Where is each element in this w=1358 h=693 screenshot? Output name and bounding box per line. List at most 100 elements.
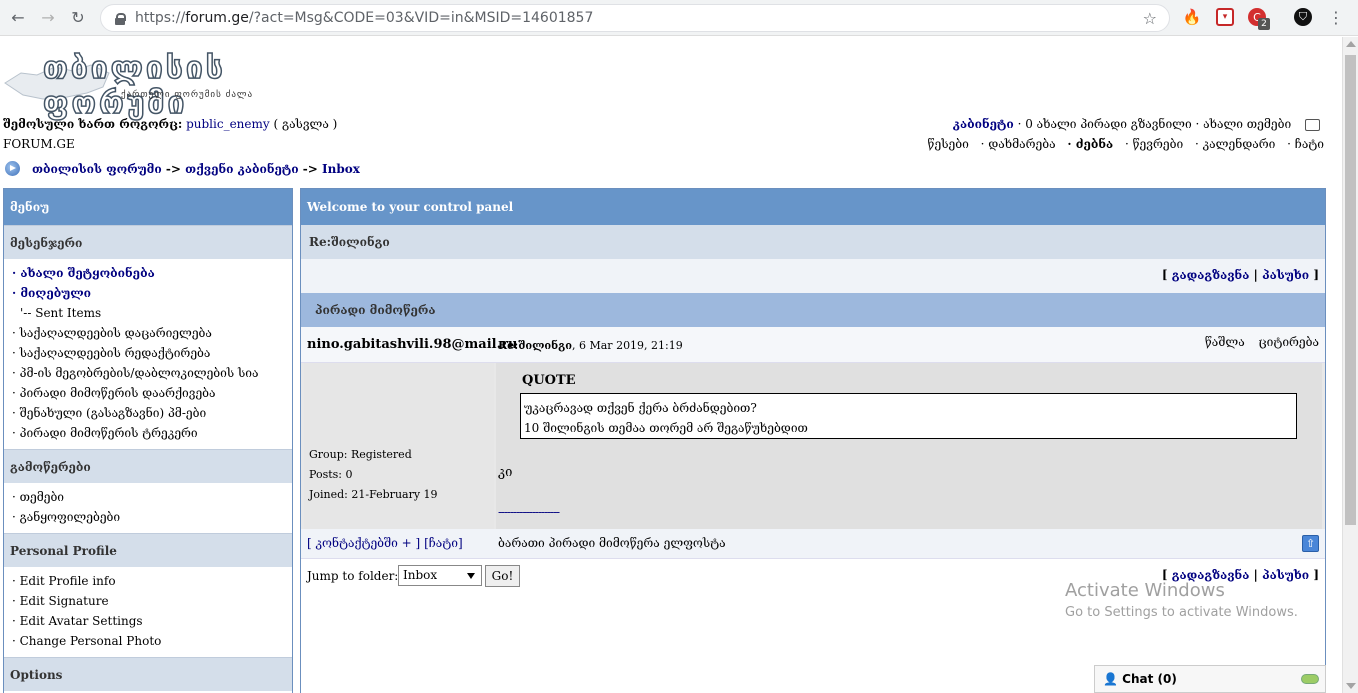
chat-toggle-icon[interactable]	[1301, 674, 1319, 684]
vertical-scrollbar[interactable]	[1342, 37, 1358, 693]
browser-toolbar: ← → ↻ https://forum.ge/?act=Msg&CODE=03&…	[0, 0, 1358, 36]
sidebar-item-edit-avatar[interactable]: · Edit Avatar Settings	[12, 611, 292, 631]
logged-in-bar: შემოსული ხართ როგორც: public_enemy ( გას…	[3, 117, 337, 131]
scroll-thumb[interactable]	[1345, 55, 1356, 525]
windows-activation-watermark: Activate Windows Go to Settings to activ…	[1065, 580, 1298, 620]
sidebar-item-empty-folders[interactable]: · საქაღალდეების დაცარიელება	[12, 323, 292, 343]
message-text: კი	[498, 465, 513, 480]
menu-help[interactable]: · დახმარება	[981, 137, 1056, 151]
top-menu: წესები · დახმარება · ძებნა · წევრები · კ…	[920, 137, 1325, 151]
site-logo[interactable]: თბილისის ფორუმი ქართული ფორუმის ძალა	[3, 47, 265, 122]
folder-select[interactable]: Inbox	[398, 565, 482, 586]
sidebar-item-sent[interactable]: '-- Sent Items	[12, 303, 292, 323]
sidebar-item-change-photo[interactable]: · Change Personal Photo	[12, 631, 292, 651]
sidebar-item-inbox[interactable]: · მიღებული	[12, 283, 292, 303]
author-joined: Joined: 21-February 19	[309, 488, 438, 501]
subscriptions-list: · თემები · განყოფილებები	[4, 483, 292, 533]
breadcrumb-cabinet[interactable]: თქვენი კაბინეტი	[185, 162, 299, 176]
author-info: Group: Registered Posts: 0 Joined: 21-Fe…	[309, 445, 438, 505]
scroll-down-icon[interactable]	[1346, 683, 1356, 689]
folder-select-value: Inbox	[403, 568, 438, 582]
delete-link[interactable]: წაშლა	[1205, 335, 1245, 349]
watermark-title: Activate Windows	[1065, 580, 1225, 601]
watermark-subtitle: Go to Settings to activate Windows.	[1065, 605, 1298, 620]
profile-list: · Edit Profile info · Edit Signature · E…	[4, 567, 292, 657]
forward-icon[interactable]: →	[36, 6, 60, 30]
sidebar-item-forums[interactable]: · განყოფილებები	[12, 507, 292, 527]
reload-icon[interactable]: ↻	[66, 6, 90, 30]
sidebar-item-archive[interactable]: · პირადი მიმოწერის დაარქივება	[12, 383, 292, 403]
profile-pm-email-links[interactable]: ბარათი პირადი მიმოწერა ელფოსტა	[498, 536, 726, 550]
scroll-up-icon[interactable]	[1346, 41, 1356, 47]
lock-icon	[115, 12, 126, 25]
logged-in-label: შემოსული ხართ როგორც:	[3, 117, 183, 131]
shield-extension-icon[interactable]: ⛉	[1294, 8, 1312, 26]
reply-link[interactable]: პასუხი	[1262, 268, 1309, 282]
menu-search[interactable]: · ძებნა	[1067, 137, 1113, 151]
sidebar-item-edit-folders[interactable]: · საქაღალდეების რედაქტირება	[12, 343, 292, 363]
quote-label: QUOTE	[522, 373, 576, 388]
forward-link[interactable]: გადაგზავნა	[1172, 268, 1250, 282]
username-link[interactable]: public_enemy	[186, 117, 270, 131]
author-group: Group: Registered	[309, 448, 412, 461]
menu-members[interactable]: · წევრები	[1125, 137, 1183, 151]
new-pm-text[interactable]: · 0 ახალი პირადი გზავნილი · ახალი თემები	[1018, 117, 1292, 131]
sidebar-menu: მენიუ მესენჯერი · ახალი შეტყობინება · მი…	[3, 188, 293, 693]
quote-line: უკაცრავად თქვენ ქერა ბრძანდებით?	[524, 401, 757, 415]
menu-calendar[interactable]: · კალენდარი	[1195, 137, 1275, 151]
logout-link[interactable]: ( გასვლა )	[274, 117, 338, 131]
address-bar[interactable]: https://forum.ge/?act=Msg&CODE=03&VID=in…	[100, 4, 1170, 32]
sidebar-item-topics[interactable]: · თემები	[12, 487, 292, 507]
message-body: Group: Registered Posts: 0 Joined: 21-Fe…	[301, 363, 1325, 529]
sidebar-cat-subscriptions: გამოწერები	[4, 449, 292, 483]
chat-link[interactable]: [ჩატი]	[424, 536, 463, 550]
menu-rules[interactable]: წესები	[928, 137, 969, 151]
sidebar-cat-options: Options	[4, 657, 292, 691]
breadcrumb-forum[interactable]: თბილისის ფორუმი	[32, 162, 162, 176]
signature-line: --------------------	[498, 505, 560, 519]
kebab-menu-icon[interactable]: ⋮	[1327, 8, 1345, 27]
sidebar-cat-profile: Personal Profile	[4, 533, 292, 567]
author-posts: Posts: 0	[309, 468, 353, 481]
quote-link[interactable]: ციტირება	[1259, 335, 1319, 349]
add-contact-link[interactable]: [ კონტაქტებში + ]	[307, 536, 420, 550]
message-meta: Re:შილინგი, 6 Mar 2019, 21:19	[498, 339, 683, 352]
messenger-list: · ახალი შეტყობინება · მიღებული '-- Sent …	[4, 259, 292, 449]
sidebar-item-saved[interactable]: · შენახული (გასაგზავნი) პმ-ები	[12, 403, 292, 423]
pm-header: პირადი მიმოწერა	[301, 293, 1325, 327]
sidebar-item-new-message[interactable]: · ახალი შეტყობინება	[12, 263, 292, 283]
bookmark-star-icon[interactable]: ☆	[1143, 9, 1157, 28]
message-actions: წაშლა ციტირება	[1205, 335, 1319, 349]
cabinet-link[interactable]: კაბინეტი	[953, 117, 1014, 131]
logo-title: თბილისის ფორუმი	[42, 50, 226, 122]
chat-label: Chat	[1122, 672, 1154, 686]
message-author[interactable]: nino.gabitashvili.98@mail.ru	[307, 337, 517, 352]
breadcrumb-sep: ->	[161, 161, 186, 176]
chat-widget[interactable]: 👤 Chat (0)	[1094, 665, 1326, 693]
sidebar-cat-messenger: მესენჯერი	[4, 225, 292, 259]
fire-extension-icon[interactable]: 🔥	[1183, 8, 1202, 26]
breadcrumb-inbox[interactable]: Inbox	[322, 162, 360, 176]
back-to-top-icon[interactable]: ⇧	[1302, 535, 1319, 552]
chat-bubble-icon[interactable]	[1305, 118, 1320, 131]
chat-count: (0)	[1157, 672, 1177, 686]
nav-arrow-icon	[5, 161, 20, 176]
site-name: FORUM.GE	[3, 137, 75, 151]
menu-chat[interactable]: · ჩატი	[1287, 137, 1324, 151]
author-info-column: Group: Registered Posts: 0 Joined: 21-Fe…	[304, 363, 494, 529]
message-content: QUOTE უკაცრავად თქვენ ქერა ბრძანდებით? 1…	[496, 363, 1322, 529]
back-icon[interactable]: ←	[6, 6, 30, 30]
sidebar-item-edit-profile[interactable]: · Edit Profile info	[12, 571, 292, 591]
pocket-extension-icon[interactable]: ▾	[1216, 8, 1234, 26]
quote-box: უკაცრავად თქვენ ქერა ბრძანდებით? 10 შილი…	[520, 393, 1297, 439]
sidebar-item-edit-signature[interactable]: · Edit Signature	[12, 591, 292, 611]
sidebar-item-tracker[interactable]: · პირადი მიმოწერის ტრეკერი	[12, 423, 292, 443]
message-meta-subject: Re:შილინგი	[498, 339, 572, 352]
quote-line: 10 შილინგის თემაა თორემ არ შეგაწუხებდით	[524, 421, 808, 435]
sidebar-item-buddy-list[interactable]: · პმ-ის მეგობრების/დაბლოკილების სია	[12, 363, 292, 383]
url-text: https://forum.ge/?act=Msg&CODE=03&VID=in…	[135, 10, 594, 26]
go-button[interactable]: Go!	[485, 565, 520, 587]
user-cabinet-bar: კაბინეტი · 0 ახალი პირადი გზავნილი · ახა…	[953, 117, 1320, 131]
extension-badge: 2	[1258, 18, 1270, 30]
message-header: nino.gabitashvili.98@mail.ru Re:შილინგი,…	[301, 327, 1325, 363]
